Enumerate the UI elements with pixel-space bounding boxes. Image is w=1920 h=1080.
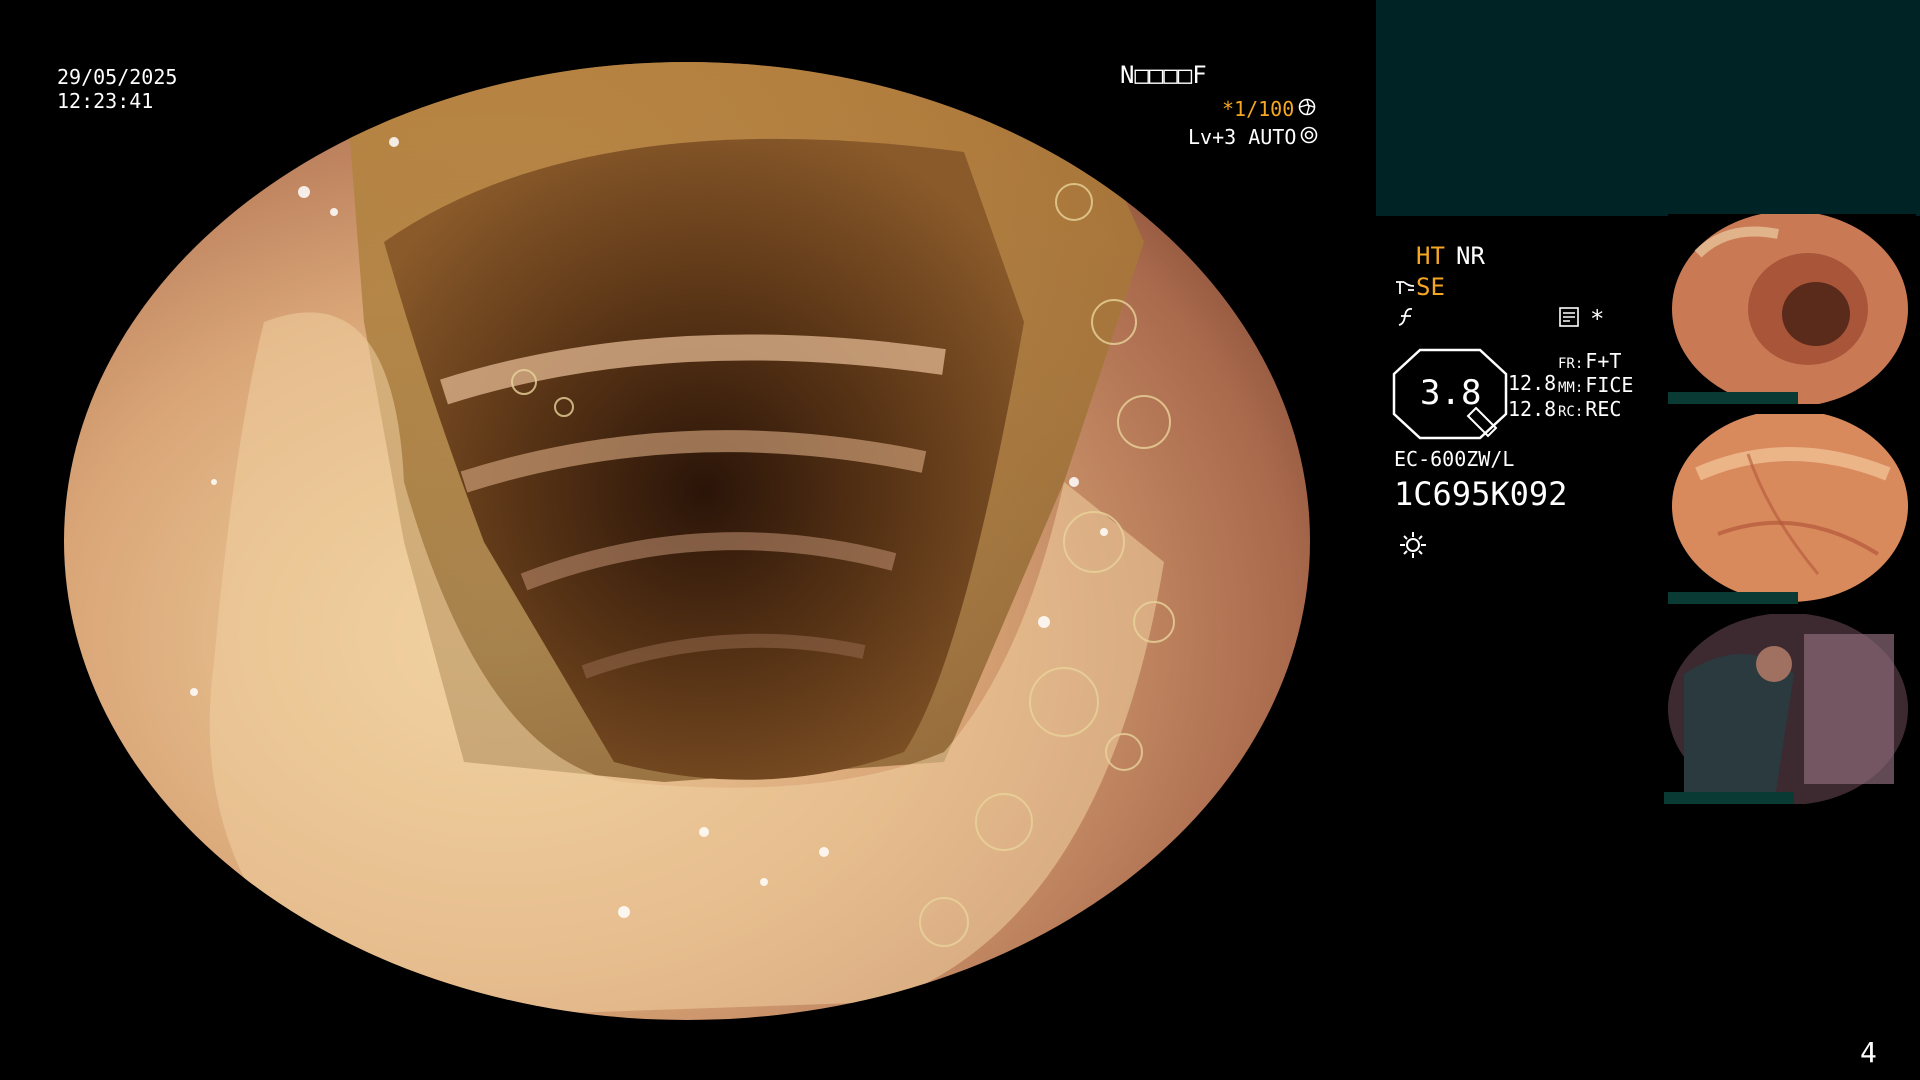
endoscope-image <box>64 62 1310 1020</box>
fr-value: F+T <box>1585 349 1622 373</box>
rc-value: REC <box>1585 397 1622 421</box>
magnification-value: 3.8 <box>1420 373 1482 413</box>
date-text: 29/05/2025 <box>57 65 178 89</box>
aperture-icon <box>1298 98 1316 120</box>
fr-row: FR: F+T <box>1558 350 1621 372</box>
mm-value: FICE <box>1585 373 1634 397</box>
shutter-text: *1/100 <box>1222 97 1295 121</box>
info-panel <box>1376 0 1920 216</box>
thumbnail-1[interactable] <box>1668 214 1916 404</box>
time-text: 12:23:41 <box>57 89 154 113</box>
se-label: SE <box>1416 273 1445 301</box>
patient-id: N□□□□F <box>1120 61 1207 89</box>
function-icon <box>1396 306 1418 332</box>
asterisk-mark: * <box>1590 305 1605 333</box>
enhancement-icon <box>1394 278 1416 300</box>
thumbnail-1-bar <box>1668 392 1798 404</box>
ht-label: HT <box>1416 242 1445 270</box>
mm-label: MM: <box>1558 380 1584 396</box>
scope-model: EC-600ZW/L <box>1394 447 1515 471</box>
level-row: Lv+3 AUTO <box>1188 126 1318 148</box>
shutter-row: *1/100 <box>1222 98 1316 120</box>
value-row1: 12.8 <box>1508 371 1557 395</box>
value-row2: 12.8 <box>1508 397 1557 421</box>
iris-icon <box>1300 126 1318 148</box>
sun-icon <box>1398 530 1428 564</box>
nr-label: NR <box>1456 242 1485 270</box>
magnification-indicator: 3.8 <box>1392 348 1508 440</box>
thumbnail-2[interactable] <box>1668 414 1916 604</box>
rc-row: RC: REC <box>1558 398 1621 420</box>
scope-serial: 1C695K092 <box>1394 475 1568 513</box>
thumbnail-3-bar <box>1664 792 1794 804</box>
page-number: 4 <box>1860 1036 1877 1069</box>
rc-label: RC: <box>1558 404 1584 420</box>
thumbnail-2-bar <box>1668 592 1798 604</box>
level-text: Lv+3 AUTO <box>1188 125 1297 149</box>
fr-label: FR: <box>1558 356 1584 372</box>
thumbnail-3[interactable] <box>1664 614 1912 804</box>
mm-row: MM: FICE <box>1558 374 1633 396</box>
memo-icon <box>1558 306 1580 332</box>
